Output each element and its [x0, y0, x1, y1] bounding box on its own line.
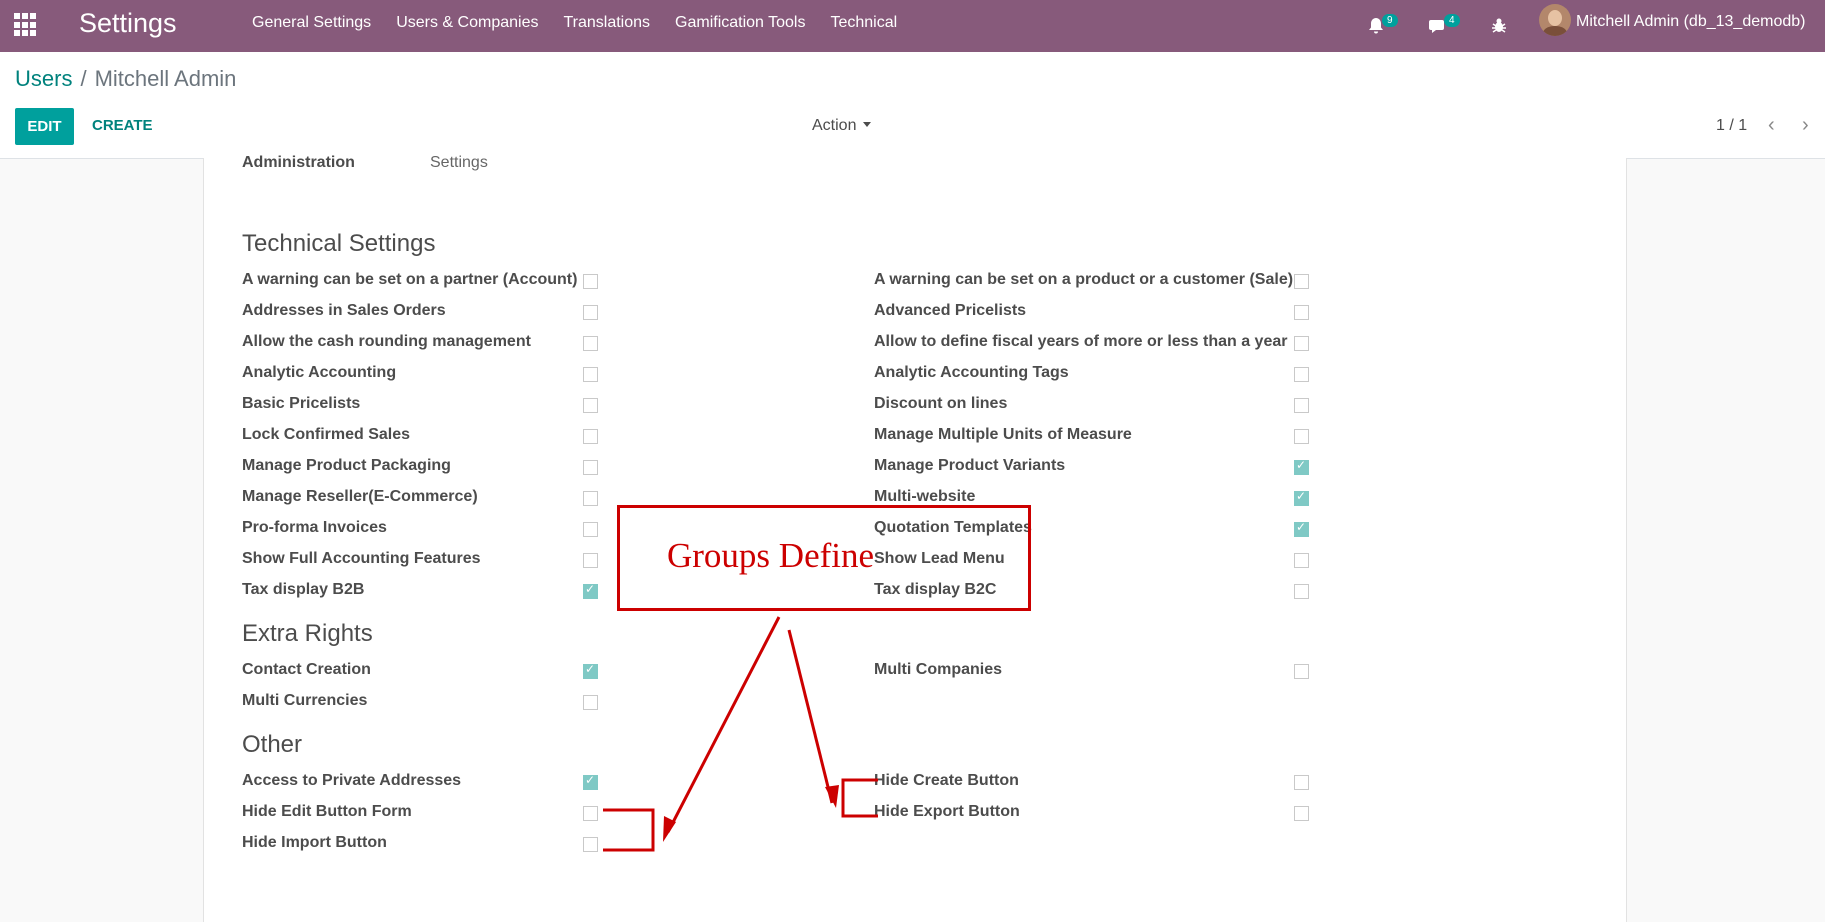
checkbox-multi-website[interactable]: [1294, 489, 1309, 506]
checkbox-hide-edit-button-form[interactable]: [583, 806, 598, 821]
chevron-left-icon[interactable]: ‹: [1768, 115, 1775, 135]
messages-button[interactable]: 4: [1428, 0, 1460, 52]
field-label-multi-website: Multi-website: [874, 488, 976, 505]
checkbox-discount-on-lines[interactable]: [1294, 398, 1309, 413]
field-label-multi-currencies: Multi Currencies: [242, 692, 368, 709]
checkbox-a-warning-can-be-set-on-a-product-or-a-customer-sale[interactable]: [1294, 274, 1309, 289]
checkbox-hide-create-button[interactable]: [1294, 775, 1309, 790]
checkbox-allow-the-cash-rounding-management[interactable]: [583, 336, 598, 351]
chevron-right-icon[interactable]: ›: [1802, 115, 1809, 135]
field-value-administration[interactable]: Settings: [430, 154, 488, 172]
top-navbar: Settings General Settings Users & Compan…: [0, 0, 1825, 52]
checkbox-tax-display-b2b[interactable]: [583, 582, 598, 599]
checkbox-manage-multiple-units-of-measure[interactable]: [1294, 429, 1309, 444]
field-label-a-warning-can-be-set-on-a-partner-account: A warning can be set on a partner (Accou…: [242, 271, 578, 288]
action-dropdown[interactable]: Action: [812, 117, 872, 135]
field-label-lock-confirmed-sales: Lock Confirmed Sales: [242, 426, 411, 443]
field-label-analytic-accounting: Analytic Accounting: [242, 364, 397, 381]
checkbox-pro-forma-invoices[interactable]: [583, 522, 598, 537]
field-label-discount-on-lines: Discount on lines: [874, 395, 1008, 412]
field-label-multi-companies: Multi Companies: [874, 661, 1003, 678]
apps-grid-icon[interactable]: [14, 13, 38, 37]
checkbox-manage-product-variants[interactable]: [1294, 458, 1309, 475]
checkbox-a-warning-can-be-set-on-a-partner-account[interactable]: [583, 274, 598, 289]
menu-translations[interactable]: Translations: [563, 14, 650, 32]
action-label: Action: [812, 117, 857, 134]
field-label-manage-reseller-e-commerce: Manage Reseller(E-Commerce): [242, 488, 478, 505]
menu-technical[interactable]: Technical: [830, 14, 897, 32]
checkbox-access-to-private-addresses[interactable]: [583, 773, 598, 790]
field-label-access-to-private-addresses: Access to Private Addresses: [242, 772, 462, 789]
checkbox-hide-import-button[interactable]: [583, 837, 598, 852]
checkbox-show-full-accounting-features[interactable]: [583, 553, 598, 568]
field-label-hide-edit-button-form: Hide Edit Button Form: [242, 803, 412, 820]
field-label-allow-to-define-fiscal-years-of-more-or-less-than-a-year: Allow to define fiscal years of more or …: [874, 333, 1288, 350]
debug-button[interactable]: [1490, 0, 1508, 52]
checkbox-manage-product-packaging[interactable]: [583, 460, 598, 475]
section-technical-settings: Technical Settings: [242, 230, 436, 257]
field-label-allow-the-cash-rounding-management: Allow the cash rounding management: [242, 333, 531, 350]
checkbox-lock-confirmed-sales[interactable]: [583, 429, 598, 444]
field-label-basic-pricelists: Basic Pricelists: [242, 395, 361, 412]
breadcrumb: Users / Mitchell Admin: [15, 66, 236, 92]
pager-value[interactable]: 1 / 1: [1716, 117, 1747, 135]
checkbox-multi-currencies[interactable]: [583, 695, 598, 710]
field-label-pro-forma-invoices: Pro-forma Invoices: [242, 519, 387, 536]
menu-users-companies[interactable]: Users & Companies: [396, 14, 538, 32]
field-label-administration: Administration: [242, 154, 355, 171]
field-label-hide-import-button: Hide Import Button: [242, 834, 387, 851]
breadcrumb-current: Mitchell Admin: [94, 66, 237, 91]
create-button[interactable]: CREATE: [92, 117, 153, 134]
main-menu: General Settings Users & Companies Trans…: [252, 14, 922, 32]
menu-general-settings[interactable]: General Settings: [252, 14, 371, 32]
annotation-label: Groups Define: [667, 536, 875, 575]
user-avatar[interactable]: [1539, 4, 1571, 36]
checkbox-contact-creation[interactable]: [583, 662, 598, 679]
field-label-manage-product-packaging: Manage Product Packaging: [242, 457, 451, 474]
bug-icon: [1492, 18, 1506, 33]
notifications-badge: 9: [1382, 13, 1398, 27]
checkbox-addresses-in-sales-orders[interactable]: [583, 305, 598, 320]
checkbox-show-lead-menu[interactable]: [1294, 553, 1309, 568]
edit-button[interactable]: EDIT: [15, 108, 74, 145]
checkbox-basic-pricelists[interactable]: [583, 398, 598, 413]
menu-gamification-tools[interactable]: Gamification Tools: [675, 14, 805, 32]
notifications-button[interactable]: 9: [1366, 0, 1398, 52]
field-label-tax-display-b2b: Tax display B2B: [242, 581, 365, 598]
checkbox-tax-display-b2c[interactable]: [1294, 584, 1309, 599]
field-label-manage-product-variants: Manage Product Variants: [874, 457, 1066, 474]
user-menu[interactable]: Mitchell Admin (db_13_demodb): [1576, 13, 1805, 31]
field-label-hide-create-button: Hide Create Button: [874, 772, 1019, 789]
section-other: Other: [242, 731, 303, 758]
field-label-hide-export-button: Hide Export Button: [874, 803, 1020, 820]
breadcrumb-users[interactable]: Users: [15, 66, 72, 91]
checkbox-advanced-pricelists[interactable]: [1294, 305, 1309, 320]
field-label-a-warning-can-be-set-on-a-product-or-a-customer-sale: A warning can be set on a product or a c…: [874, 271, 1294, 288]
field-label-addresses-in-sales-orders: Addresses in Sales Orders: [242, 302, 446, 319]
field-label-advanced-pricelists: Advanced Pricelists: [874, 302, 1027, 319]
field-label-analytic-accounting-tags: Analytic Accounting Tags: [874, 364, 1069, 381]
messages-badge: 4: [1444, 13, 1460, 27]
checkbox-quotation-templates[interactable]: [1294, 520, 1309, 537]
checkbox-multi-companies[interactable]: [1294, 664, 1309, 679]
breadcrumb-separator: /: [80, 66, 87, 91]
app-title: Settings: [79, 8, 177, 38]
section-extra-rights: Extra Rights: [242, 620, 373, 647]
checkbox-hide-export-button[interactable]: [1294, 806, 1309, 821]
field-label-contact-creation: Contact Creation: [242, 661, 371, 678]
caret-down-icon: [863, 122, 872, 127]
control-panel: Users / Mitchell Admin EDIT CREATE Action …: [0, 52, 1825, 159]
checkbox-analytic-accounting-tags[interactable]: [1294, 367, 1309, 382]
checkbox-analytic-accounting[interactable]: [583, 367, 598, 382]
field-label-manage-multiple-units-of-measure: Manage Multiple Units of Measure: [874, 426, 1132, 443]
checkbox-allow-to-define-fiscal-years-of-more-or-less-than-a-year[interactable]: [1294, 336, 1309, 351]
checkbox-manage-reseller-e-commerce[interactable]: [583, 491, 598, 506]
field-label-show-full-accounting-features: Show Full Accounting Features: [242, 550, 481, 567]
